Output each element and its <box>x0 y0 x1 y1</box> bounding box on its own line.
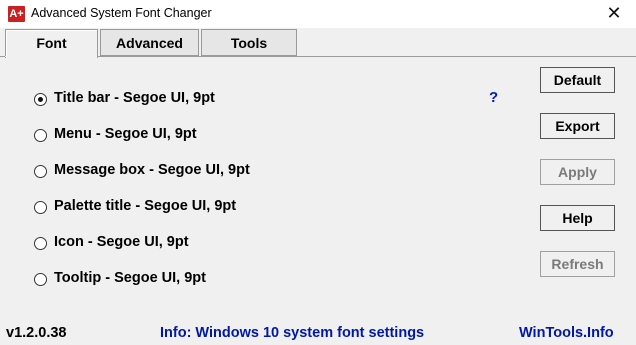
title-bar: A+ Advanced System Font Changer ✕ <box>0 0 636 28</box>
apply-button[interactable]: Apply <box>540 159 615 185</box>
font-option-label: Palette title - Segoe UI, 9pt <box>54 198 237 214</box>
tab-advanced[interactable]: Advanced <box>100 29 199 56</box>
website-link[interactable]: WinTools.Info <box>519 325 614 341</box>
default-button[interactable]: Default <box>540 67 615 93</box>
radio-button[interactable] <box>34 165 47 178</box>
font-option-label: Title bar - Segoe UI, 9pt <box>54 90 215 106</box>
tab-tools[interactable]: Tools <box>201 29 297 56</box>
refresh-button[interactable]: Refresh <box>540 251 615 277</box>
font-option-label: Icon - Segoe UI, 9pt <box>54 234 189 250</box>
close-icon[interactable]: ✕ <box>592 0 636 28</box>
font-option-label: Tooltip - Segoe UI, 9pt <box>54 270 206 286</box>
app-icon: A+ <box>8 6 25 22</box>
version-label: v1.2.0.38 <box>6 325 67 341</box>
radio-button[interactable] <box>34 201 47 214</box>
help-button[interactable]: Help <box>540 205 615 231</box>
font-option-label: Message box - Segoe UI, 9pt <box>54 162 250 178</box>
tab-font[interactable]: Font <box>5 29 98 58</box>
export-button[interactable]: Export <box>540 113 615 139</box>
help-question-link[interactable]: ? <box>489 89 498 106</box>
radio-button[interactable] <box>34 237 47 250</box>
window-title: Advanced System Font Changer <box>31 6 212 20</box>
font-option-label: Menu - Segoe UI, 9pt <box>54 126 197 142</box>
radio-button[interactable] <box>34 129 47 142</box>
radio-button[interactable] <box>34 273 47 286</box>
radio-button-selected[interactable] <box>34 93 47 106</box>
info-link[interactable]: Info: Windows 10 system font settings <box>160 325 424 341</box>
